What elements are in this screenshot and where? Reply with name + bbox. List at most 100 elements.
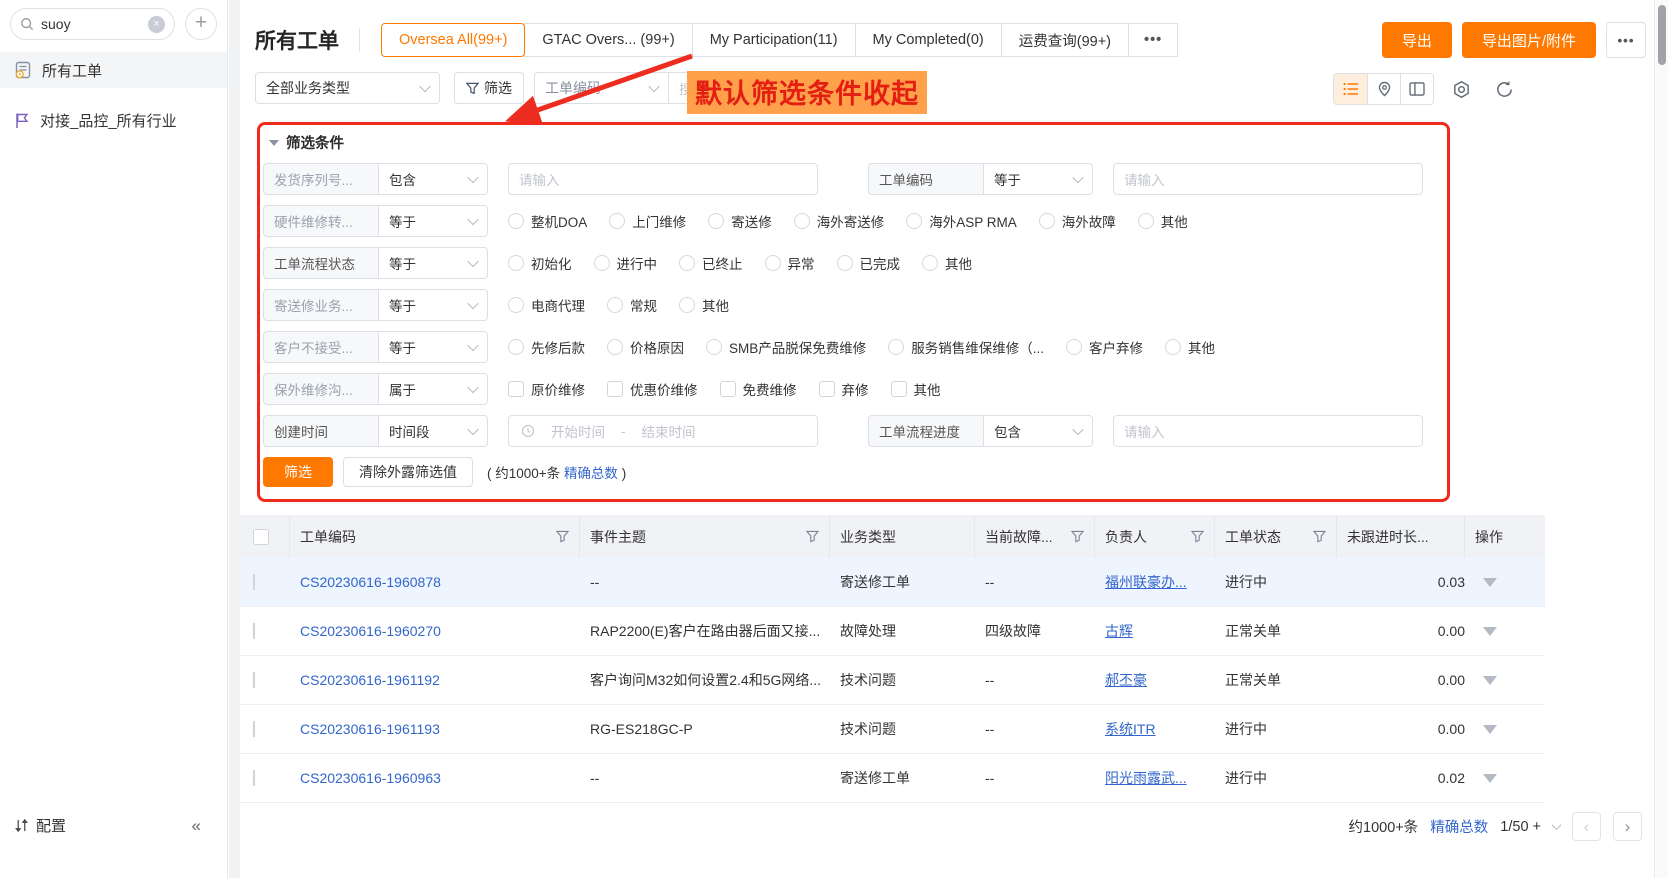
row-checkbox[interactable] — [253, 574, 255, 590]
filter-funnel-icon[interactable] — [1071, 530, 1084, 543]
filter-funnel-icon[interactable] — [1313, 530, 1326, 543]
row-expand-button[interactable] — [1483, 773, 1497, 783]
search-field-select[interactable]: 工单编码 — [534, 72, 669, 104]
radio-option[interactable]: 其他 — [922, 253, 972, 273]
radio-option[interactable]: 其他 — [679, 295, 729, 315]
checkbox-option[interactable]: 免费维修 — [719, 379, 797, 399]
order-id-link[interactable]: CS20230616-1960270 — [300, 623, 441, 639]
radio-icon[interactable] — [764, 255, 781, 271]
checkbox-icon[interactable] — [719, 381, 736, 397]
tab-1[interactable]: GTAC Overs... (99+) — [524, 23, 693, 57]
checkbox-option[interactable]: 优惠价维修 — [607, 379, 698, 399]
radio-option[interactable]: 上门维修 — [609, 211, 686, 231]
scrollbar-thumb[interactable] — [1658, 5, 1666, 65]
row-expand-button[interactable] — [1483, 724, 1497, 734]
search-input[interactable]: suoy × — [10, 8, 175, 40]
pagination-exact-link[interactable]: 精确总数 — [1430, 816, 1488, 837]
radio-option[interactable]: 价格原因 — [607, 337, 684, 357]
row-checkbox[interactable] — [253, 672, 255, 688]
radio-icon[interactable] — [508, 213, 524, 229]
owner-link[interactable]: 福州联豪办... — [1105, 574, 1187, 590]
filter-operator-select[interactable]: 等于 — [378, 247, 488, 279]
refresh-icon[interactable] — [1495, 80, 1514, 99]
radio-icon[interactable] — [609, 213, 626, 229]
radio-icon[interactable] — [706, 339, 722, 355]
radio-icon[interactable] — [593, 255, 610, 271]
radio-option[interactable]: 初始化 — [508, 253, 572, 273]
radio-option[interactable]: 先修后款 — [508, 337, 585, 357]
order-id-link[interactable]: CS20230616-1961192 — [300, 672, 440, 688]
checkbox-icon[interactable] — [508, 381, 524, 397]
radio-option[interactable]: 异常 — [764, 253, 815, 273]
radio-option[interactable]: 海外ASP RMA — [906, 211, 1017, 231]
radio-option[interactable]: 寄送修 — [708, 211, 772, 231]
radio-option[interactable]: 整机DOA — [508, 211, 587, 231]
radio-option[interactable]: 常规 — [607, 295, 657, 315]
radio-icon[interactable] — [607, 297, 623, 313]
filter-operator-select[interactable]: 等于 — [983, 163, 1093, 195]
next-page-button[interactable]: › — [1613, 812, 1642, 841]
radio-icon[interactable] — [508, 339, 524, 355]
filter-text-input[interactable]: 请输入 — [508, 163, 818, 195]
radio-option[interactable]: 海外故障 — [1038, 211, 1116, 231]
filter-text-input[interactable]: 请输入 — [1113, 163, 1423, 195]
owner-link[interactable]: 古辉 — [1105, 623, 1133, 639]
filter-toggle-button[interactable]: 筛选 — [454, 72, 524, 104]
order-id-link[interactable]: CS20230616-1960963 — [300, 770, 441, 786]
filter-operator-select[interactable]: 属于 — [378, 373, 488, 405]
owner-link[interactable]: 郝丕豪 — [1105, 672, 1147, 688]
add-view-button[interactable]: + — [185, 8, 217, 40]
pagination-page[interactable]: 1/50 + — [1500, 819, 1541, 835]
config-button[interactable]: 配置 — [14, 815, 66, 836]
chevron-down-icon[interactable] — [1551, 820, 1562, 831]
radio-option[interactable]: 进行中 — [593, 253, 657, 273]
date-range-input[interactable]: 开始时间 - 结束时间 — [508, 415, 818, 447]
radio-icon[interactable] — [836, 255, 853, 271]
row-expand-button[interactable] — [1483, 626, 1497, 636]
sidebar-item-all-orders[interactable]: 所有工单 — [0, 52, 227, 88]
vertical-scrollbar[interactable] — [1654, 0, 1668, 878]
owner-link[interactable]: 阳光雨露武... — [1105, 770, 1187, 786]
radio-option[interactable]: 已终止 — [679, 253, 743, 273]
radio-icon[interactable] — [888, 339, 905, 355]
checkbox-option[interactable]: 弃修 — [818, 379, 869, 399]
filter-operator-select[interactable]: 等于 — [378, 205, 488, 237]
radio-icon[interactable] — [679, 297, 695, 313]
filter-funnel-icon[interactable] — [1191, 530, 1204, 543]
select-all-checkbox[interactable] — [253, 528, 269, 545]
checkbox-icon[interactable] — [818, 381, 835, 397]
radio-icon[interactable] — [1137, 213, 1154, 229]
row-expand-button[interactable] — [1483, 675, 1497, 685]
clear-search-icon[interactable]: × — [148, 15, 165, 33]
apply-filter-button[interactable]: 筛选 — [263, 457, 333, 487]
prev-page-button[interactable]: ‹ — [1572, 812, 1601, 841]
radio-icon[interactable] — [1038, 213, 1055, 229]
tab-0[interactable]: Oversea All(99+) — [381, 23, 526, 57]
radio-option[interactable]: 海外寄送修 — [793, 211, 884, 231]
filter-text-input[interactable]: 请输入 — [1113, 415, 1423, 447]
list-view-button[interactable] — [1334, 74, 1367, 104]
clear-filters-button[interactable]: 清除外露筛选值 — [343, 457, 473, 487]
filter-operator-select[interactable]: 包含 — [378, 163, 488, 195]
radio-option[interactable]: 其他 — [1137, 211, 1188, 231]
radio-icon[interactable] — [1066, 339, 1083, 355]
radio-icon[interactable] — [508, 255, 524, 271]
export-attachments-button[interactable]: 导出图片/附件 — [1461, 22, 1596, 58]
checkbox-option[interactable]: 其他 — [890, 379, 941, 399]
radio-option[interactable]: 服务销售维保维修（... — [888, 337, 1044, 357]
export-button[interactable]: 导出 — [1381, 22, 1452, 58]
filter-funnel-icon[interactable] — [806, 530, 819, 543]
radio-icon[interactable] — [906, 213, 923, 229]
radio-option[interactable]: 已完成 — [836, 253, 900, 273]
radio-option[interactable]: 客户弃修 — [1066, 337, 1143, 357]
radio-icon[interactable] — [508, 297, 524, 313]
filter-operator-select[interactable]: 包含 — [983, 415, 1093, 447]
exact-count-link[interactable]: 精确总数 — [564, 466, 618, 481]
radio-option[interactable]: 电商代理 — [508, 295, 585, 315]
filter-panel-header[interactable]: 筛选条件 — [269, 132, 1443, 153]
map-view-button[interactable] — [1367, 74, 1400, 104]
order-id-link[interactable]: CS20230616-1960878 — [300, 574, 441, 590]
radio-icon[interactable] — [708, 213, 725, 229]
radio-icon[interactable] — [793, 213, 810, 229]
settings-icon[interactable] — [1452, 80, 1471, 99]
